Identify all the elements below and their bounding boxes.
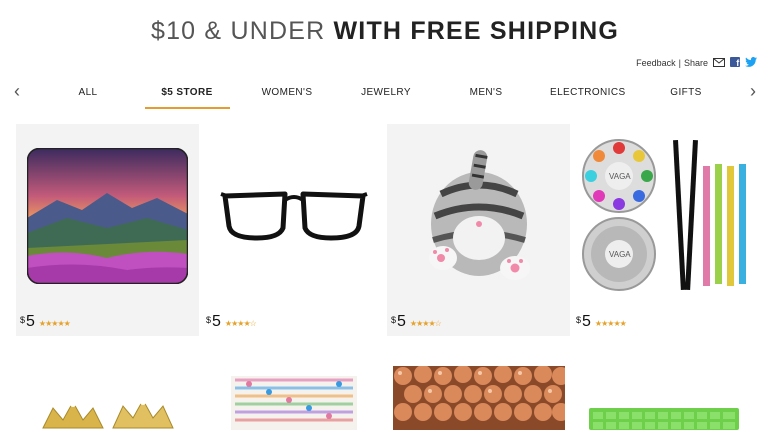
star-rating: ★★★★☆ <box>224 319 257 328</box>
tab-mens[interactable]: MEN'S <box>466 87 506 98</box>
copper-beads-image <box>392 366 565 430</box>
meta-separator: | <box>678 58 681 68</box>
price-value: 5 <box>26 313 35 330</box>
product-card[interactable] <box>16 340 199 430</box>
floral-hankies-image <box>230 376 357 430</box>
svg-text:VAGA: VAGA <box>609 172 631 181</box>
product-price: $ 5 ★★★★★ <box>20 313 71 331</box>
twitter-icon[interactable] <box>745 57 757 69</box>
hero-light-text: $10 & UNDER <box>150 17 326 45</box>
product-card[interactable]: VAGA VAGA $ 5 ★★★★★ <box>572 124 755 336</box>
nav-next-arrow[interactable]: › <box>750 81 756 102</box>
product-card[interactable]: $ 5 ★★★★☆ <box>387 124 570 336</box>
product-image[interactable] <box>387 124 570 307</box>
price-value: 5 <box>397 313 406 330</box>
black-glasses-image <box>219 191 368 240</box>
feedback-link[interactable]: Feedback <box>636 58 676 68</box>
product-card[interactable] <box>572 340 755 430</box>
tab-gifts[interactable]: GIFTS <box>669 87 703 98</box>
star-rating: ★★★★★ <box>594 319 627 328</box>
currency-symbol: $ <box>576 315 582 325</box>
svg-text:VAGA: VAGA <box>609 250 631 259</box>
feedback-share-bar: Feedback | Share f <box>636 57 757 69</box>
nav-prev-arrow[interactable]: ‹ <box>14 81 20 102</box>
hero-bold-text: WITH FREE SHIPPING <box>333 17 620 45</box>
tab-electronics[interactable]: ELECTRONICS <box>550 87 625 98</box>
currency-symbol: $ <box>391 315 397 325</box>
page-title: $10 & UNDER WITH FREE SHIPPING <box>0 17 770 46</box>
nail-art-kit-image: VAGA VAGA <box>581 138 746 291</box>
price-value: 5 <box>212 313 221 330</box>
product-image[interactable] <box>202 124 385 307</box>
mountain-mousepad-image <box>27 147 188 284</box>
currency-symbol: $ <box>20 315 26 325</box>
facebook-icon[interactable]: f <box>730 57 740 69</box>
email-icon[interactable] <box>713 57 725 69</box>
product-image[interactable] <box>16 340 199 430</box>
price-value: 5 <box>582 313 591 330</box>
star-rating: ★★★★☆ <box>409 319 442 328</box>
share-label: Share <box>683 58 708 68</box>
green-keyboard-cover-image <box>588 408 739 430</box>
product-image[interactable]: VAGA VAGA <box>572 124 755 307</box>
active-tab-indicator <box>145 107 230 109</box>
tab-jewelry[interactable]: JEWELRY <box>361 87 411 98</box>
product-card[interactable]: $ 5 ★★★★★ <box>16 124 199 336</box>
star-rating: ★★★★★ <box>38 319 71 328</box>
tab-all[interactable]: ALL <box>78 87 98 98</box>
product-price: $ 5 ★★★★☆ <box>206 313 257 331</box>
cat-plush-image <box>428 149 530 280</box>
category-nav: ‹ ALL $5 STORE WOMEN'S JEWELRY MEN'S ELE… <box>0 78 770 110</box>
product-image[interactable] <box>16 124 199 307</box>
product-image[interactable] <box>202 340 385 430</box>
product-image[interactable] <box>572 340 755 430</box>
tab-womens[interactable]: WOMEN'S <box>259 87 315 98</box>
currency-symbol: $ <box>206 315 212 325</box>
product-image[interactable] <box>387 340 570 430</box>
product-price: $ 5 ★★★★☆ <box>391 313 442 331</box>
product-card[interactable] <box>202 340 385 430</box>
product-card[interactable]: $ 5 ★★★★☆ <box>202 124 385 336</box>
product-price: $ 5 ★★★★★ <box>576 313 627 331</box>
tab-5-store[interactable]: $5 STORE <box>157 87 217 98</box>
product-card[interactable] <box>387 340 570 430</box>
